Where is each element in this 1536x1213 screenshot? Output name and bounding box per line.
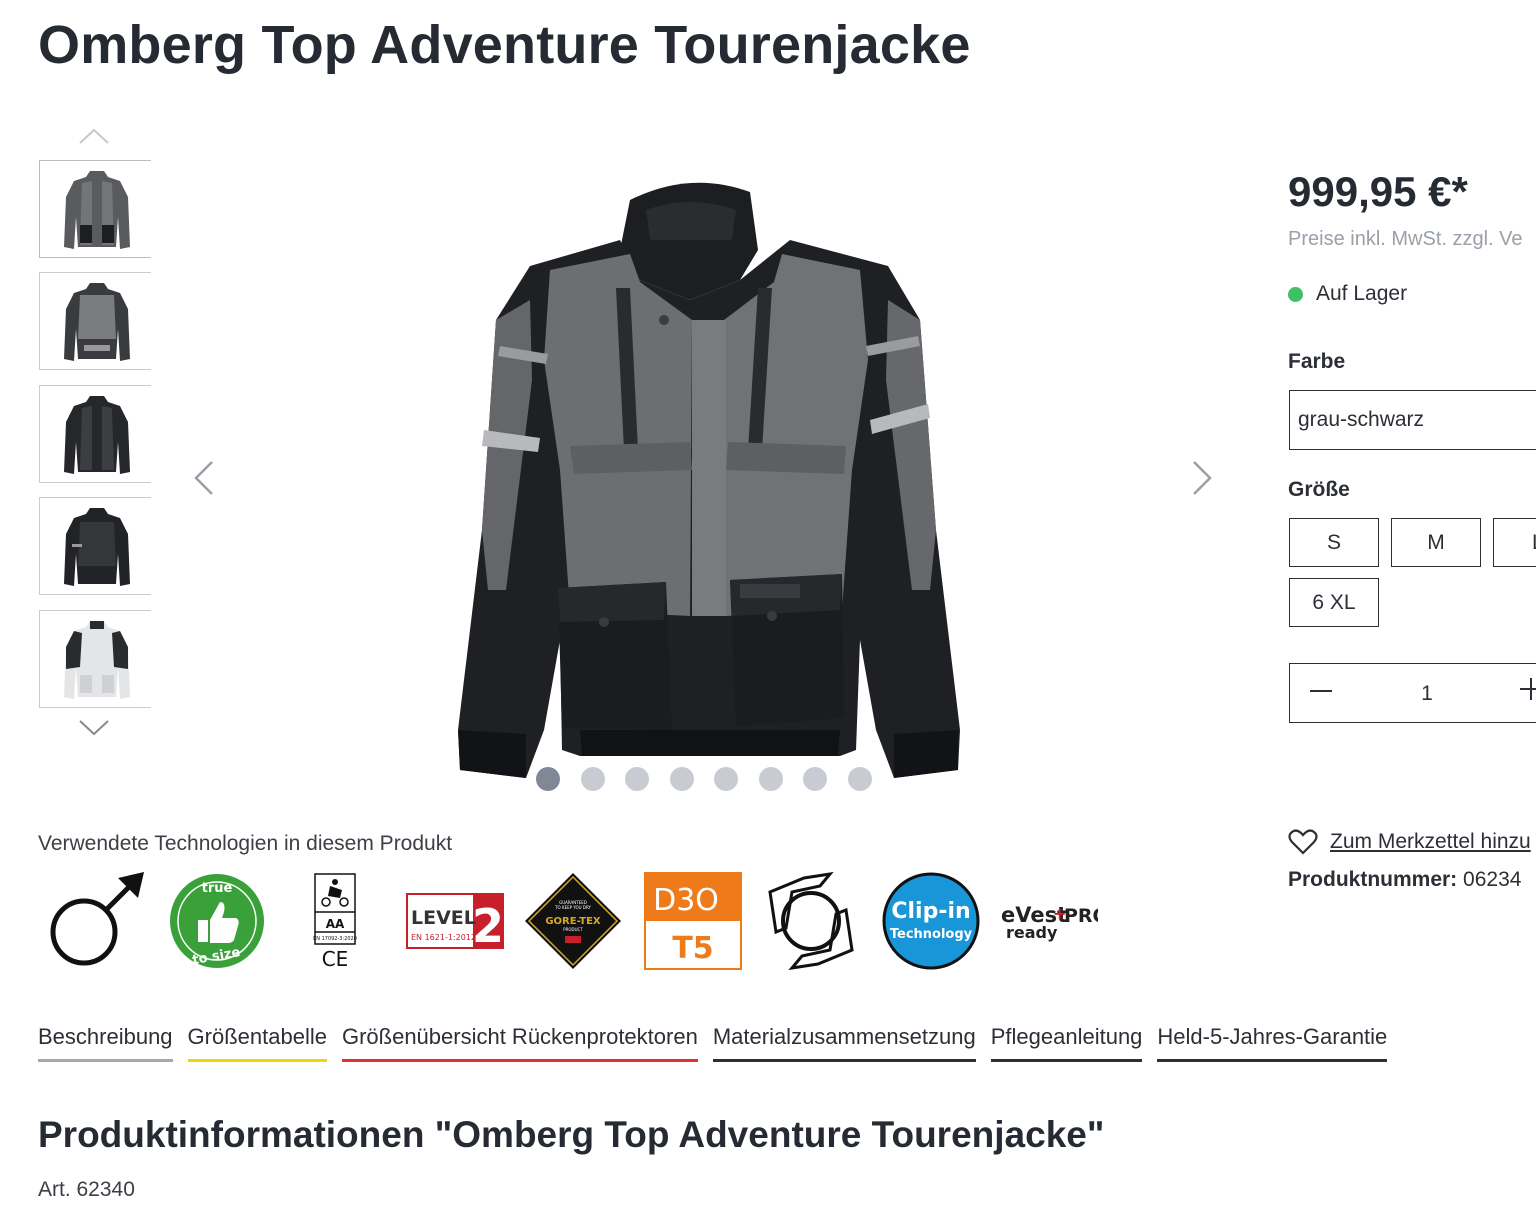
chevron-up-icon[interactable] [78, 126, 110, 146]
gallery-dot[interactable] [803, 767, 827, 791]
evest-pro-ready-icon: eVest + PRO ready [1001, 903, 1098, 942]
size-button-label: 6 XL [1312, 590, 1356, 614]
color-select[interactable]: grau-schwarz [1289, 390, 1536, 450]
goretex-line3-text: PRODUCT [563, 927, 583, 932]
size-button-label: S [1326, 530, 1341, 554]
jacket-black-thumbnail-image [64, 396, 130, 474]
heart-icon [1288, 829, 1318, 855]
d3o-brand-text: D3O [653, 883, 719, 918]
evest-pro-text: PRO [1064, 905, 1098, 927]
thumbnail-4[interactable] [39, 497, 151, 595]
gallery-prev-arrow-icon[interactable] [188, 458, 220, 498]
product-main-image [458, 182, 960, 778]
tab-pflegeanleitung[interactable]: Pflegeanleitung [990, 1024, 1143, 1062]
ce-mark-text: CE [322, 947, 349, 970]
quantity-stepper: 1 [1289, 663, 1536, 723]
tab-rueckenprotektoren[interactable]: Größenübersicht Rückenprotektoren [341, 1024, 698, 1062]
wishlist-label: Zum Merkzettel hinzu [1330, 830, 1531, 853]
jacket-black-back-thumbnail-image [64, 508, 130, 586]
page-title: Omberg Top Adventure Tourenjacke [38, 15, 971, 75]
jacket-back-thumbnail-image [64, 283, 130, 361]
stock-status: Auf Lager [1288, 282, 1407, 306]
product-tabs: Beschreibung Größentabelle Größenübersic… [38, 1024, 1402, 1062]
clipin-line2-text: Technology [890, 927, 973, 942]
gallery-next-arrow-icon[interactable] [1186, 458, 1218, 498]
tax-note: Preise inkl. MwSt. zzgl. Ve [1288, 228, 1523, 250]
gallery-dot[interactable] [758, 767, 783, 791]
size-button-label: L [1532, 531, 1536, 555]
thumbnail-1[interactable] [39, 160, 151, 258]
tab-garantie[interactable]: Held-5-Jahres-Garantie [1157, 1024, 1388, 1062]
product-number: Produktnummer: 06234 [1288, 868, 1521, 892]
tab-materialzusammensetzung[interactable]: Materialzusammensetzung [712, 1024, 976, 1062]
level-number-text: 2 [472, 899, 504, 953]
gallery-dots [536, 767, 872, 791]
thumbnail-2[interactable] [39, 272, 151, 370]
level-2-protector-icon: LEVEL 2 EN 1621-1:2012 [406, 893, 504, 953]
gallery-dot[interactable] [847, 767, 872, 791]
gallery-dot[interactable] [625, 767, 649, 791]
d3o-t5-badge-icon: D3O T5 [644, 872, 742, 970]
goretex-brand-text: GORE-TEX [545, 916, 601, 927]
true-to-size-badge-icon: true to size [170, 874, 264, 968]
size-button-l[interactable]: L [1493, 518, 1536, 567]
d3o-grade-text: T5 [672, 931, 713, 966]
level-norm-text: EN 1621-1:2012 [411, 933, 476, 942]
size-button-6xl[interactable]: 6 XL [1289, 578, 1379, 627]
true-to-size-top-text: true [202, 881, 233, 896]
level-word-text: LEVEL [411, 907, 476, 929]
gallery-dot[interactable] [580, 767, 605, 791]
tab-beschreibung[interactable]: Beschreibung [38, 1024, 173, 1062]
color-label: Farbe [1288, 350, 1346, 373]
wishlist-link[interactable]: Zum Merkzettel hinzu [1288, 828, 1531, 856]
product-number-value: 06234 [1463, 868, 1522, 891]
ce-certification-icon: AA EN 17092-3:2020 CE [313, 873, 357, 970]
goretex-line2-text: TO KEEP YOU DRY [554, 905, 591, 910]
stock-label: Auf Lager [1316, 282, 1408, 305]
ce-grade-text: AA [326, 917, 345, 931]
rotation-arrows-icon [768, 872, 854, 970]
thumbnail-3[interactable] [39, 385, 151, 483]
ce-norm-text: EN 17092-3:2020 [313, 936, 357, 942]
article-number: Art. 62340 [38, 1178, 135, 1201]
chevron-down-icon[interactable] [78, 718, 110, 738]
color-select-value: grau-schwarz [1298, 408, 1425, 431]
gallery-dot[interactable] [536, 767, 560, 791]
size-button-s[interactable]: S [1289, 518, 1379, 567]
stock-indicator-icon [1288, 286, 1303, 302]
clipin-line1-text: Clip-in [891, 899, 970, 924]
size-label: Größe [1288, 478, 1350, 501]
product-price: 999,95 €* [1288, 168, 1468, 215]
tab-groessentabelle[interactable]: Größentabelle [187, 1024, 327, 1062]
technologies-title: Verwendete Technologien in diesem Produk… [38, 832, 453, 855]
gallery-dot[interactable] [669, 767, 694, 791]
evest-ready-text: ready [1006, 923, 1058, 942]
thumbnail-5[interactable] [39, 610, 151, 708]
size-button-label: M [1427, 530, 1445, 554]
minus-icon[interactable] [1308, 678, 1334, 704]
gore-tex-badge-icon: GUARANTEED TO KEEP YOU DRY GORE-TEX PROD… [525, 873, 621, 969]
product-number-label: Produktnummer: [1288, 868, 1458, 891]
plus-icon[interactable] [1518, 676, 1536, 702]
jacket-white-thumbnail-image [64, 621, 130, 699]
quantity-value[interactable]: 1 [1408, 682, 1446, 706]
gallery-dot[interactable] [714, 767, 738, 791]
clip-in-technology-icon: Clip-in Technology [882, 872, 980, 970]
size-button-m[interactable]: M [1391, 518, 1481, 567]
product-info-title: Produktinformationen "Omberg Top Adventu… [38, 1114, 1105, 1155]
jacket-thumbnail-image [64, 171, 130, 249]
male-symbol-icon [50, 872, 144, 966]
